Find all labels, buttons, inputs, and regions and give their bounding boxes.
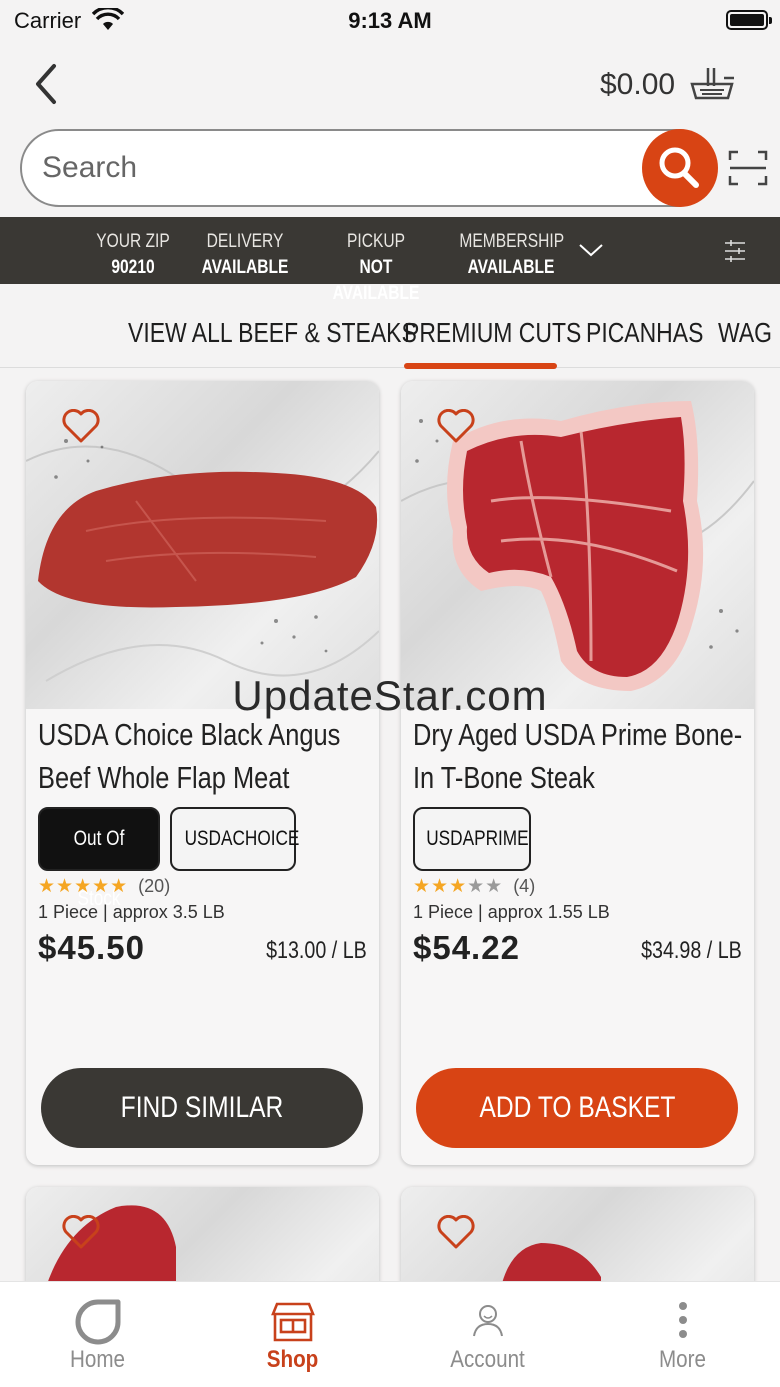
product-price: $45.50 (38, 929, 145, 966)
find-similar-products-button[interactable]: FIND SIMILAR PRODUCTS (41, 1068, 363, 1148)
pickup-info: PICKUP NOT AVAILABLE (319, 229, 434, 307)
watermark: UpdateStar.com (232, 672, 548, 719)
tab-wagyu[interactable]: WAG (718, 317, 772, 349)
nav-shop[interactable]: Shop (195, 1282, 390, 1387)
search-icon (659, 147, 699, 188)
pickup-label: PICKUP (346, 231, 406, 252)
nav-account[interactable]: Account (390, 1282, 585, 1387)
search-bar (20, 129, 716, 207)
delivery-label: DELIVERY (206, 231, 284, 252)
favorite-heart-icon[interactable] (437, 1214, 475, 1254)
unit-price: $34.98 / LB (641, 937, 742, 964)
membership-info: MEMBERSHIP AVAILABLE (459, 229, 565, 281)
product-title[interactable]: Dry Aged USDA Prime Bone- In T-Bone Stea… (413, 713, 749, 799)
grade-badge: USDACHOICE (170, 807, 299, 871)
review-count: (20) (138, 876, 171, 896)
favorite-heart-icon[interactable] (62, 1214, 100, 1254)
favorite-heart-icon[interactable] (437, 408, 475, 448)
product-price: $54.22 (413, 929, 520, 966)
bottom-nav: Home Shop Account More (0, 1281, 780, 1387)
product-quantity: 1 Piece | approx 3.5 LB (38, 902, 225, 922)
review-count: (4) (513, 876, 536, 896)
product-title-line: In T-Bone Steak (413, 760, 595, 795)
star-rating: ★★★★★ (20) (38, 876, 171, 897)
home-icon (75, 1299, 121, 1345)
active-tab-indicator (404, 363, 557, 369)
search-button[interactable] (642, 129, 718, 207)
scan-icon (728, 150, 768, 186)
product-title[interactable]: USDA Choice Black Angus Beef Whole Flap … (38, 713, 374, 799)
delivery-info: DELIVERY AVAILABLE (202, 229, 289, 281)
membership-label: MEMBERSHIP (459, 231, 565, 252)
fulfillment-info-bar: YOUR ZIP 90210 DELIVERY AVAILABLE PICKUP… (0, 217, 780, 304)
zip-info[interactable]: YOUR ZIP 90210 (96, 229, 170, 281)
grade-badge: USDAPRIME (413, 807, 531, 871)
nav-home[interactable]: Home (0, 1282, 195, 1387)
search-input[interactable] (42, 143, 642, 193)
barcode-scan-button[interactable] (728, 150, 768, 186)
shop-icon (271, 1302, 315, 1342)
cart-total: $0.00 (600, 68, 676, 101)
tab-view-all-beef-steaks[interactable]: VIEW ALL BEEF & STEAKS (128, 317, 417, 349)
product-quantity: 1 Piece | approx 1.55 LB (413, 902, 610, 922)
product-title-line: Beef Whole Flap Meat (38, 760, 290, 795)
nav-more[interactable]: More (585, 1282, 780, 1387)
add-to-basket-button[interactable]: ADD TO BASKET (416, 1068, 738, 1148)
favorite-heart-icon[interactable] (62, 408, 100, 448)
clock: 9:13 AM (348, 8, 432, 33)
star-rating: ★★★★★ (4) (413, 876, 536, 897)
basket-icon[interactable] (688, 64, 736, 109)
product-card[interactable]: USDA Choice Black Angus Beef Whole Flap … (26, 381, 379, 1165)
back-button[interactable] (30, 62, 66, 106)
category-tabs: VIEW ALL BEEF & STEAKS PREMIUM CUTS PICA… (0, 300, 780, 368)
nav-account-label: Account (450, 1346, 525, 1373)
out-of-stock-badge: Out Of Stock (38, 807, 160, 910)
account-icon (473, 1305, 503, 1337)
zip-label: YOUR ZIP (96, 231, 170, 252)
nav-shop-label: Shop (266, 1346, 319, 1373)
unit-price: $13.00 / LB (266, 937, 367, 964)
nav-home-label: Home (69, 1346, 126, 1373)
app-screen: Carrier 9:13 AM $0.00 YOUR ZIP 90210 DEL… (0, 0, 780, 1387)
tab-picanhas[interactable]: PICANHAS (586, 317, 703, 349)
more-icon (679, 1302, 687, 1338)
status-bar: Carrier 9:13 AM (0, 0, 780, 40)
filter-icon[interactable] (724, 238, 746, 269)
nav-more-label: More (658, 1346, 707, 1373)
chevron-down-icon[interactable] (578, 238, 604, 267)
membership-value: AVAILABLE (467, 257, 555, 278)
zip-value: 90210 (111, 257, 155, 278)
product-card[interactable]: Dry Aged USDA Prime Bone- In T-Bone Stea… (401, 381, 754, 1165)
battery-icon (726, 10, 772, 30)
tab-premium-cuts[interactable]: PREMIUM CUTS (404, 317, 581, 349)
delivery-value: AVAILABLE (201, 257, 289, 278)
